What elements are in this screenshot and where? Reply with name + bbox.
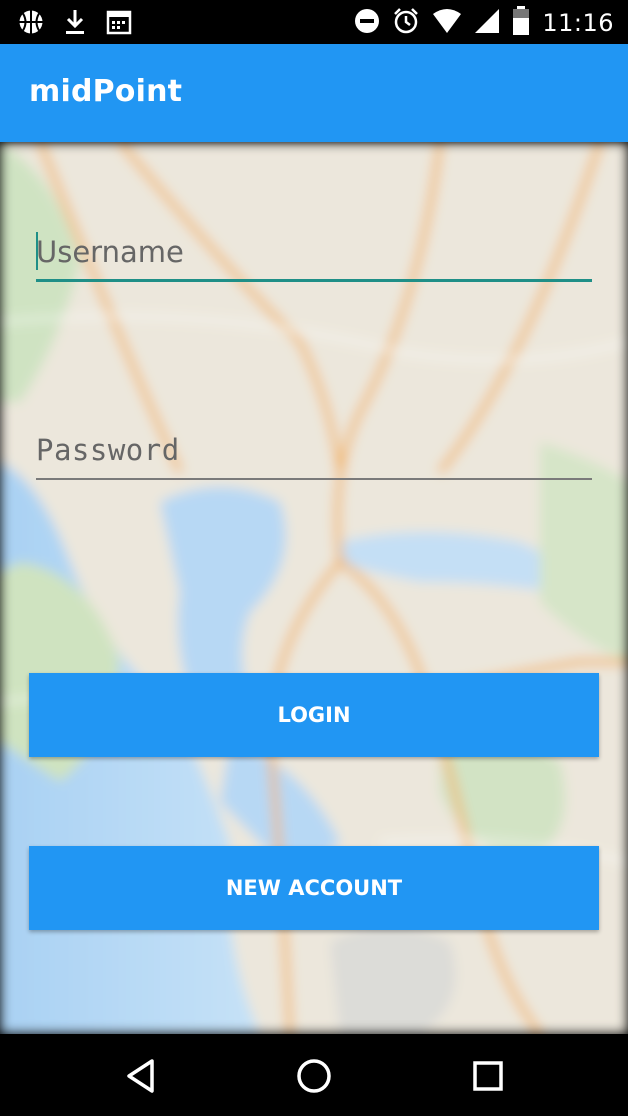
do-not-disturb-icon	[354, 8, 380, 38]
username-underline	[36, 279, 592, 282]
password-input[interactable]	[36, 420, 592, 480]
battery-icon	[512, 6, 530, 40]
text-cursor	[36, 232, 38, 270]
signal-icon	[474, 8, 500, 38]
home-icon[interactable]	[292, 1054, 336, 1098]
new-account-button[interactable]: NEW ACCOUNT	[29, 846, 599, 930]
status-bar: 11:16	[0, 0, 628, 44]
status-time: 11:16	[542, 9, 614, 37]
login-screen: LOGIN NEW ACCOUNT	[0, 142, 628, 1034]
alarm-icon	[392, 7, 420, 39]
calendar-icon	[106, 9, 132, 39]
navigation-bar	[0, 1034, 628, 1116]
back-icon[interactable]	[118, 1054, 162, 1098]
recents-icon[interactable]	[466, 1054, 510, 1098]
username-field[interactable]	[36, 222, 592, 282]
password-underline	[36, 478, 592, 480]
app-bar: midPoint	[0, 44, 628, 142]
app-title: midPoint	[29, 74, 183, 109]
wifi-icon	[432, 8, 462, 38]
password-field[interactable]	[36, 420, 592, 480]
download-icon	[64, 8, 86, 40]
username-input[interactable]	[36, 222, 592, 282]
basketball-icon	[18, 9, 44, 39]
login-button[interactable]: LOGIN	[29, 673, 599, 757]
